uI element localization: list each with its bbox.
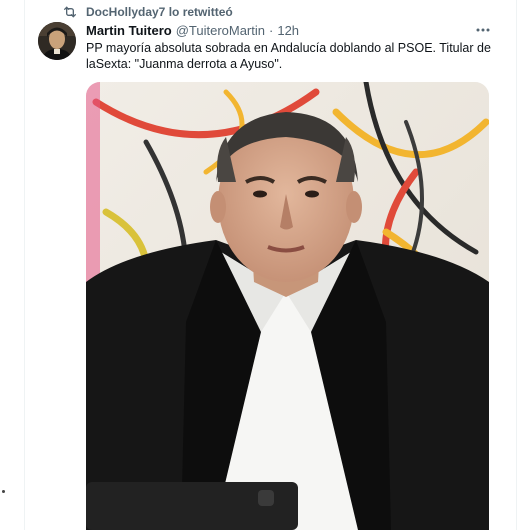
timeline-left-border [24,0,25,530]
tweet-media-image[interactable] [86,82,489,530]
author-handle[interactable]: @TuiteroMartin [176,23,265,38]
tweet-timestamp[interactable]: 12h [277,23,299,38]
more-options-button[interactable] [474,22,492,38]
more-horizontal-icon [476,28,490,32]
edge-dot [2,490,5,493]
header-separator: · [269,22,274,38]
retweet-context: DocHollyday7 lo retwitteó [62,4,233,20]
author-avatar[interactable] [38,22,76,60]
tweet-header: Martin Tuitero @TuiteroMartin · 12h [86,21,299,39]
author-name[interactable]: Martin Tuitero [86,23,172,38]
retweet-context-text[interactable]: DocHollyday7 lo retwitteó [86,5,233,19]
retweet-icon [62,4,78,20]
tweet-text: PP mayoría absoluta sobrada en Andalucía… [86,41,491,71]
